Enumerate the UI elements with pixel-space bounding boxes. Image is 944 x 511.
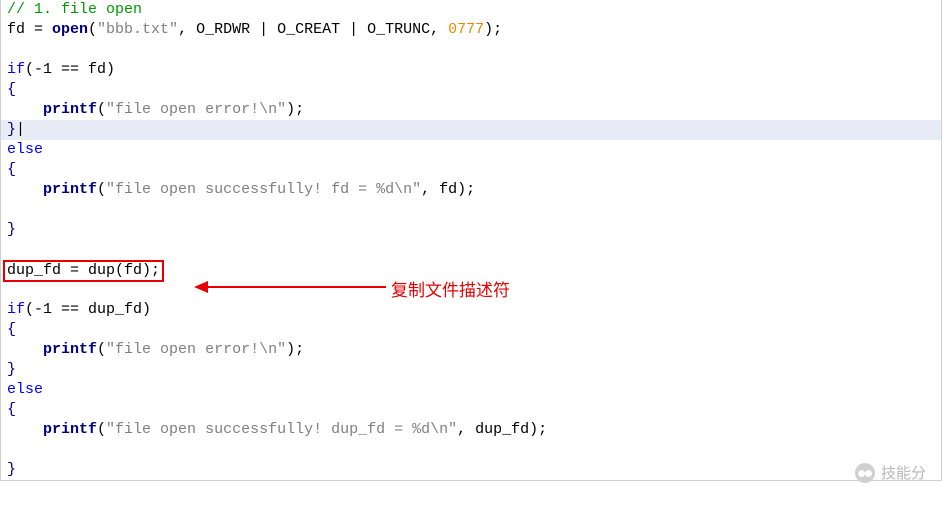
code-line: { — [1, 160, 941, 180]
watermark: 技能分 — [855, 462, 926, 483]
code-line-empty — [1, 200, 941, 220]
code-line: } — [1, 360, 941, 380]
annotation-label: 复制文件描述符 — [391, 276, 510, 301]
code-line: printf("file open error!\n"); — [1, 340, 941, 360]
text-cursor: | — [16, 121, 25, 138]
comment-text: // 1. file open — [7, 1, 142, 18]
code-line: else — [1, 380, 941, 400]
code-line: printf("file open successfully! fd = %d\… — [1, 180, 941, 200]
code-line: if(-1 == dup_fd) — [1, 300, 941, 320]
code-line: else — [1, 140, 941, 160]
code-line-empty — [1, 240, 941, 260]
code-line: } — [1, 460, 941, 480]
watermark-text: 技能分 — [881, 462, 926, 483]
annotation-box: dup_fd = dup(fd); — [3, 260, 164, 282]
code-line: printf("file open successfully! dup_fd =… — [1, 420, 941, 440]
code-editor: // 1. file open fd = open("bbb.txt", O_R… — [0, 0, 942, 481]
code-line: { — [1, 320, 941, 340]
code-line-empty — [1, 40, 941, 60]
code-line: fd = open("bbb.txt", O_RDWR | O_CREAT | … — [1, 20, 941, 40]
code-line: } — [1, 220, 941, 240]
code-line: { — [1, 80, 941, 100]
code-line-empty — [1, 440, 941, 460]
code-line: printf("file open error!\n"); — [1, 100, 941, 120]
code-line: { — [1, 400, 941, 420]
code-line-current: }| — [1, 120, 941, 140]
annotation-arrow — [196, 286, 386, 288]
code-line: if(-1 == fd) — [1, 60, 941, 80]
code-line: // 1. file open — [1, 0, 941, 20]
wechat-icon — [855, 463, 875, 483]
